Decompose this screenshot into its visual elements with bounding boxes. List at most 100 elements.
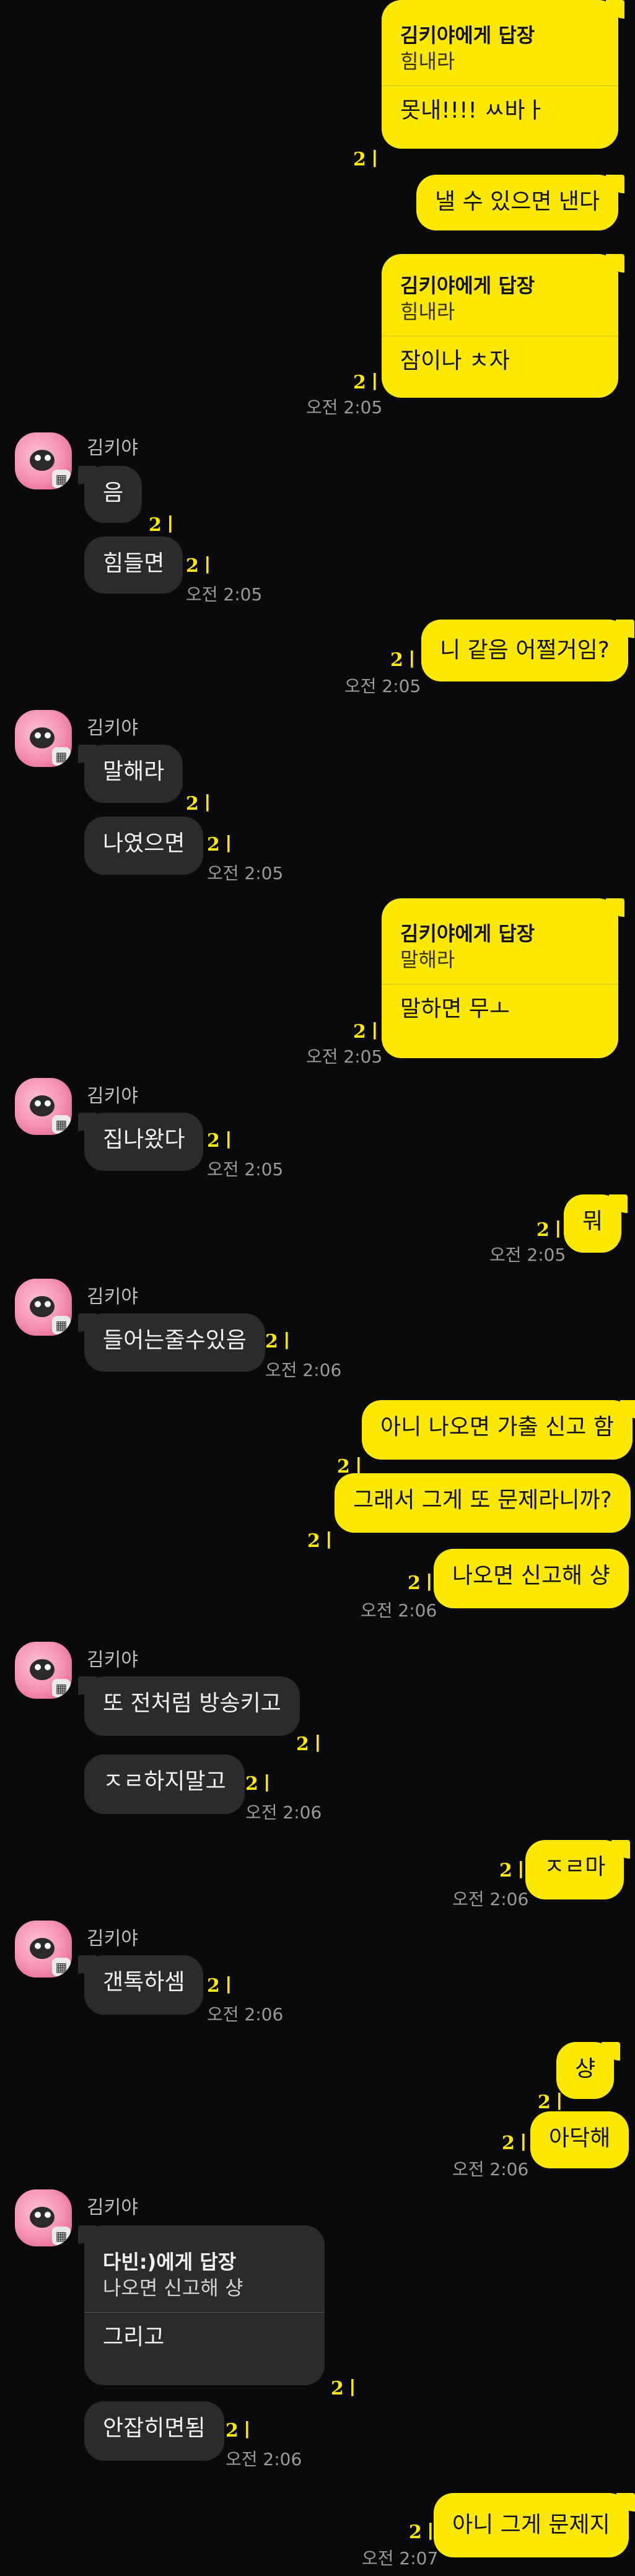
read-count: 2ㅣ xyxy=(245,1773,276,1795)
my-message[interactable]: 아닥해 xyxy=(530,2111,629,2168)
read-count: 2ㅣ xyxy=(186,793,216,815)
message-text: 집나왔다 xyxy=(103,1127,185,1152)
contact-name: 김키야 xyxy=(87,1085,138,1107)
message-text: 그래서 그게 또 문제라니까? xyxy=(353,1487,612,1513)
my-message[interactable]: 뭐 xyxy=(564,1194,628,1253)
reply-quote: 나오면 신고해 샹 xyxy=(103,2276,243,2300)
contact-avatar[interactable]: ▦ xyxy=(15,2189,72,2246)
message-text: 힘들면 xyxy=(103,551,165,576)
reply-header: 김키야에게 답장 xyxy=(400,274,535,297)
calendar-badge-icon: ▦ xyxy=(52,1679,71,1698)
their-message-reply[interactable]: 다빈:)에게 답장 나오면 신고해 샹 그리고 xyxy=(78,2225,325,2385)
message-text: 니 같음 어쩔거임? xyxy=(440,637,610,663)
read-count: 2ㅣ xyxy=(207,1975,237,1997)
their-message[interactable]: 안잡히면됨 xyxy=(84,2401,224,2461)
my-message[interactable]: 니 같음 어쩔거임? xyxy=(421,620,634,681)
reply-quote: 힘내라 xyxy=(400,300,455,323)
message-text: 안잡히면됨 xyxy=(103,2416,206,2441)
message-text: 잠이나 ㅊ자 xyxy=(400,348,510,374)
contact-name: 김키야 xyxy=(87,1928,138,1950)
read-count: 2ㅣ xyxy=(207,834,237,856)
their-message[interactable]: 집나왔다 xyxy=(77,1113,204,1171)
message-time: 오전 2:06 xyxy=(361,1600,437,1621)
their-message[interactable]: 나였으면 xyxy=(84,817,204,875)
message-time: 오전 2:07 xyxy=(362,2548,439,2569)
reply-header: 다빈:)에게 답장 xyxy=(103,2250,237,2274)
reply-quote: 말해라 xyxy=(400,948,455,971)
message-text: 말해라 xyxy=(103,759,165,784)
contact-avatar[interactable]: ▦ xyxy=(15,1078,72,1135)
my-message-reply[interactable]: 김키야에게 답장 힘내라 못내!!!! ㅆ바ㅏ xyxy=(382,0,624,149)
message-text: 갠톡하셈 xyxy=(103,1969,185,1995)
calendar-badge-icon: ▦ xyxy=(52,1316,71,1334)
reply-quote: 힘내라 xyxy=(400,50,455,73)
message-time: 오전 2:06 xyxy=(245,1802,322,1823)
contact-avatar[interactable]: ▦ xyxy=(15,432,72,489)
read-count: 2ㅣ xyxy=(499,1860,530,1882)
avatar-character xyxy=(30,727,55,748)
read-count: 2ㅣ xyxy=(353,372,383,393)
my-message[interactable]: 낼 수 있으면 낸다 xyxy=(416,175,625,230)
avatar-character xyxy=(30,1659,55,1680)
calendar-badge-icon: ▦ xyxy=(52,747,71,766)
message-text: 나였으면 xyxy=(103,831,185,856)
my-message[interactable]: 아니 나오면 가출 신고 함 xyxy=(362,1400,635,1460)
read-count: 2ㅣ xyxy=(307,1530,338,1552)
contact-avatar[interactable]: ▦ xyxy=(15,1642,72,1699)
read-count: 2ㅣ xyxy=(538,2092,568,2113)
contact-name: 김키야 xyxy=(87,717,138,739)
message-time: 오전 2:06 xyxy=(452,2159,529,2180)
reply-divider xyxy=(84,2312,325,2313)
contact-name: 김키야 xyxy=(87,437,138,459)
message-text: 들어는줄수있음 xyxy=(103,1328,247,1353)
contact-name: 김키야 xyxy=(87,1286,138,1308)
contact-avatar[interactable]: ▦ xyxy=(15,710,72,767)
message-text: 샹 xyxy=(575,2056,596,2082)
message-time: 오전 2:06 xyxy=(207,2004,284,2025)
my-message-reply[interactable]: 김키야에게 답장 힘내라 잠이나 ㅊ자 xyxy=(382,254,624,398)
their-message[interactable]: 갠톡하셈 xyxy=(77,1955,204,2015)
my-message[interactable]: 그래서 그게 또 문제라니까? xyxy=(335,1473,631,1533)
their-message[interactable]: ㅈㄹ하지말고 xyxy=(84,1755,245,1814)
their-message[interactable]: 음 xyxy=(77,466,142,523)
my-message-reply[interactable]: 김키야에게 답장 말해라 말하면 무ㅗ xyxy=(382,898,624,1058)
read-count: 2ㅣ xyxy=(186,555,216,577)
their-message[interactable]: 또 전처럼 방송키고 xyxy=(78,1676,300,1736)
calendar-badge-icon: ▦ xyxy=(52,2227,71,2245)
their-message[interactable]: 들어는줄수있음 xyxy=(78,1313,265,1372)
contact-name: 김키야 xyxy=(87,2197,138,2219)
my-message[interactable]: 아니 그게 문제지 xyxy=(434,2493,635,2557)
calendar-badge-icon: ▦ xyxy=(52,1958,71,1976)
message-text: 그리고 xyxy=(103,2324,165,2350)
message-time: 오전 2:06 xyxy=(226,2449,302,2469)
message-text: ㅈㄹ마 xyxy=(544,1854,606,1880)
message-text: 뭐 xyxy=(582,1209,603,1234)
message-text: 못내!!!! ㅆ바ㅏ xyxy=(400,98,546,123)
their-message[interactable]: 힘들면 xyxy=(84,537,183,594)
read-count: 2ㅣ xyxy=(265,1331,296,1352)
message-time: 오전 2:05 xyxy=(344,676,421,696)
message-text: 나오면 신고해 샹 xyxy=(452,1563,610,1588)
read-count: 2ㅣ xyxy=(502,2132,532,2154)
my-message[interactable]: ㅈㄹ마 xyxy=(525,1840,631,1899)
message-text: 또 전처럼 방송키고 xyxy=(103,1691,281,1716)
their-message[interactable]: 말해라 xyxy=(77,745,183,803)
message-text: 음 xyxy=(103,480,124,506)
message-text: 아니 나오면 가출 신고 함 xyxy=(380,1414,614,1440)
read-count: 2ㅣ xyxy=(390,649,421,671)
read-count: 2ㅣ xyxy=(353,149,383,170)
contact-avatar[interactable]: ▦ xyxy=(15,1921,72,1978)
read-count: 2ㅣ xyxy=(536,1219,567,1241)
avatar-character xyxy=(30,450,55,471)
message-time: 오전 2:05 xyxy=(207,863,284,883)
message-time: 오전 2:06 xyxy=(452,1889,529,1909)
avatar-character xyxy=(30,1095,55,1116)
message-time: 오전 2:05 xyxy=(306,397,383,418)
contact-avatar[interactable]: ▦ xyxy=(15,1279,72,1336)
avatar-character xyxy=(30,1296,55,1317)
message-time: 오전 2:05 xyxy=(207,1159,284,1180)
my-message[interactable]: 나오면 신고해 샹 xyxy=(434,1549,629,1608)
message-text: 아니 그게 문제지 xyxy=(452,2512,610,2538)
message-time: 오전 2:06 xyxy=(265,1360,342,1380)
message-text: 낼 수 있으면 낸다 xyxy=(435,189,600,214)
